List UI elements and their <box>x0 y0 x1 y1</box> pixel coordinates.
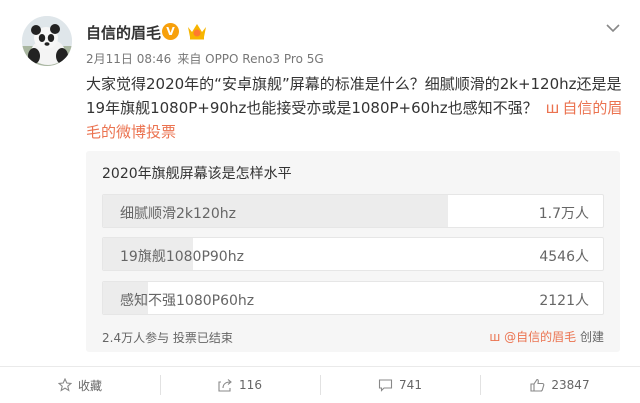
post-meta: 2月11日 08:46 来自 OPPO Reno3 Pro 5G <box>86 50 324 67</box>
verified-badge-icon: V <box>162 23 179 40</box>
poll-option-label: 19旗舰1080P90hz <box>120 249 244 265</box>
star-icon <box>57 378 72 392</box>
crown-badge-icon <box>186 21 208 41</box>
poll-option-label: 感知不强1080P60hz <box>120 293 255 309</box>
post-text: 大家觉得2020年的“安卓旗舰”屏幕的标准是什么？细腻顺滑的2k+120hz还是… <box>86 72 626 144</box>
poll-creator: ш @自信的眉毛 创建 <box>489 328 604 345</box>
poll-title: 2020年旗舰屏幕该是怎样水平 <box>102 166 292 182</box>
panda-avatar-icon <box>22 16 72 66</box>
post-source[interactable]: 来自 OPPO Reno3 Pro 5G <box>177 52 323 66</box>
poll-option-count: 4546人 <box>539 249 589 265</box>
poll-creator-name[interactable]: @自信的眉毛 <box>504 330 576 344</box>
poll-card: 2020年旗舰屏幕该是怎样水平 细腻顺滑2k120hz 1.7万人 19旗舰10… <box>86 151 620 352</box>
poll-option-count: 1.7万人 <box>538 206 589 222</box>
repost-count: 116 <box>239 378 262 392</box>
weibo-post: 自信的眉毛 V 2月11日 08:46 来自 OPPO Reno3 Pro 5G … <box>0 0 640 403</box>
repost-button[interactable]: 116 <box>160 367 320 403</box>
like-count: 23847 <box>551 378 590 392</box>
poll-option-count: 2121人 <box>539 293 589 309</box>
poll-footer: 2.4万人参与 投票已结束 <box>102 331 233 345</box>
poll-option[interactable]: 19旗舰1080P90hz 4546人 <box>102 237 604 271</box>
poll-option-label: 细腻顺滑2k120hz <box>120 206 236 222</box>
poll-option[interactable]: 细腻顺滑2k120hz 1.7万人 <box>102 194 604 228</box>
avatar[interactable] <box>22 16 72 66</box>
share-icon <box>218 379 232 392</box>
comment-button[interactable]: 741 <box>320 367 480 403</box>
post-body: 大家觉得2020年的“安卓旗舰”屏幕的标准是什么？细腻顺滑的2k+120hz还是… <box>86 75 622 117</box>
like-button[interactable]: 23847 <box>480 367 640 403</box>
post-time[interactable]: 2月11日 08:46 <box>86 52 171 66</box>
poll-link-icon: ш <box>545 99 560 117</box>
favorite-button[interactable]: 收藏 <box>0 367 160 403</box>
action-bar: 收藏 116 741 23847 <box>0 367 640 403</box>
poll-icon: ш <box>489 330 501 344</box>
favorite-label: 收藏 <box>77 378 102 393</box>
username[interactable]: 自信的眉毛 <box>86 22 161 43</box>
poll-option[interactable]: 感知不强1080P60hz 2121人 <box>102 281 604 315</box>
thumbs-up-icon <box>530 378 545 392</box>
chevron-down-icon[interactable] <box>606 18 620 33</box>
comment-icon <box>378 379 393 392</box>
poll-creator-suffix: 创建 <box>579 330 604 344</box>
comment-count: 741 <box>399 378 422 392</box>
